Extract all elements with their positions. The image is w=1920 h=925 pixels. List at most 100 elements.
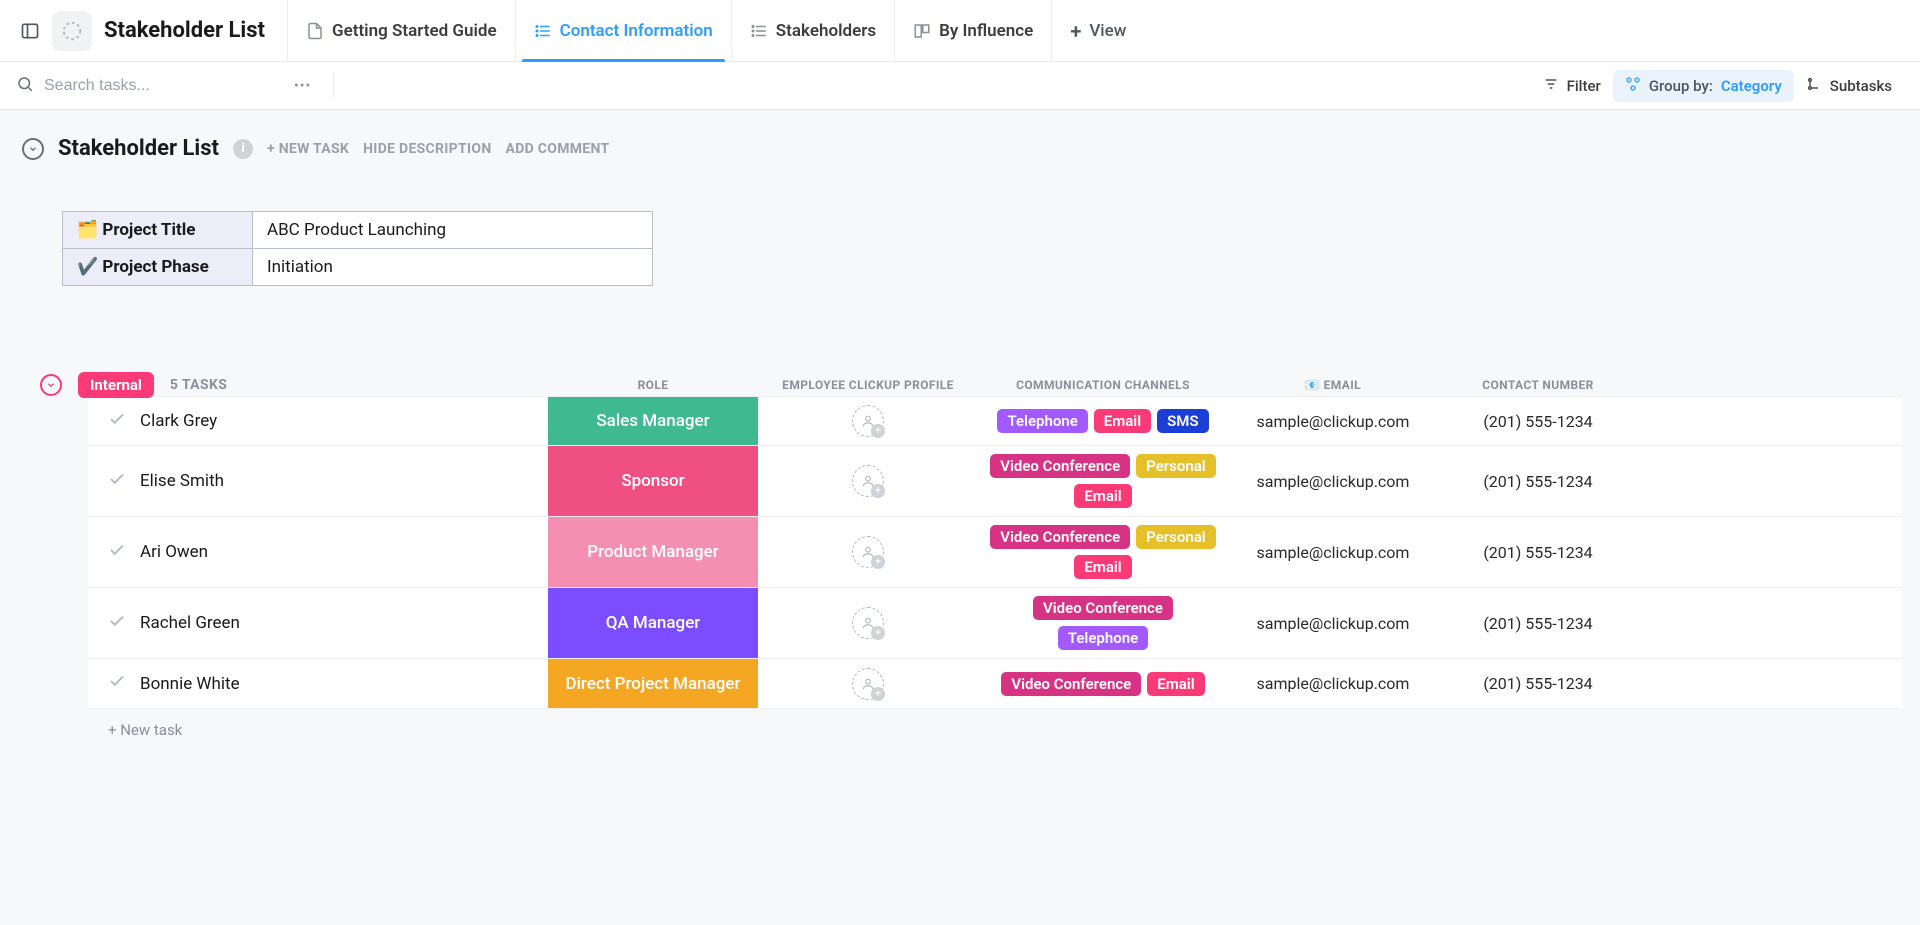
contact-cell[interactable]: (201) 555-1234 bbox=[1438, 588, 1638, 658]
channel-chip[interactable]: Email bbox=[1147, 672, 1204, 696]
col-channels[interactable]: COMMUNICATION CHANNELS bbox=[978, 378, 1228, 392]
tab-contact-information[interactable]: Contact Information bbox=[515, 0, 731, 62]
channel-chip[interactable]: Video Conference bbox=[1033, 596, 1173, 620]
channels-cell[interactable]: Telephone EmailSMS bbox=[978, 397, 1228, 445]
hide-description-button[interactable]: HIDE DESCRIPTION bbox=[363, 141, 491, 157]
subtasks-icon bbox=[1806, 76, 1822, 96]
channel-chip[interactable]: Email bbox=[1094, 409, 1151, 433]
task-name-cell[interactable]: Ari Owen bbox=[88, 517, 548, 587]
more-menu-button[interactable]: ••• bbox=[286, 78, 319, 94]
meta-key: ✔️ Project Phase bbox=[63, 249, 253, 286]
channel-chip[interactable]: Email bbox=[1074, 484, 1131, 508]
channel-chip[interactable]: Email bbox=[1074, 555, 1131, 579]
new-task-row[interactable]: + New task bbox=[88, 709, 1902, 751]
add-assignee-button[interactable] bbox=[852, 536, 884, 568]
collapse-list-button[interactable] bbox=[22, 138, 44, 160]
email-cell[interactable]: sample@clickup.com bbox=[1228, 517, 1438, 587]
email-cell[interactable]: sample@clickup.com bbox=[1228, 397, 1438, 445]
table-row[interactable]: Rachel GreenQA Manager Video Conference Te… bbox=[88, 588, 1902, 659]
task-name: Elise Smith bbox=[140, 471, 224, 491]
check-icon[interactable] bbox=[108, 541, 126, 564]
add-assignee-button[interactable] bbox=[852, 405, 884, 437]
add-view-button[interactable]: + View bbox=[1051, 0, 1144, 62]
col-contact[interactable]: CONTACT NUMBER bbox=[1438, 378, 1638, 392]
col-profile[interactable]: EMPLOYEE CLICKUP PROFILE bbox=[758, 378, 978, 392]
channel-chip[interactable]: Personal bbox=[1136, 525, 1216, 549]
task-name: Ari Owen bbox=[140, 542, 208, 562]
contact-cell[interactable]: (201) 555-1234 bbox=[1438, 397, 1638, 445]
profile-cell[interactable] bbox=[758, 446, 978, 516]
info-icon[interactable]: i bbox=[233, 139, 253, 159]
profile-cell[interactable] bbox=[758, 517, 978, 587]
plus-icon: + bbox=[1070, 19, 1081, 43]
col-email[interactable]: 📧 EMAIL bbox=[1228, 378, 1438, 392]
group-by-button[interactable]: Group by: Category bbox=[1613, 70, 1794, 102]
list-title: Stakeholder List bbox=[58, 136, 219, 161]
role-cell[interactable]: Sales Manager bbox=[548, 397, 758, 445]
tab-by-influence[interactable]: By Influence bbox=[894, 0, 1051, 62]
channels-cell[interactable]: Video Conference Telephone bbox=[978, 588, 1228, 658]
role-cell[interactable]: Direct Project Manager bbox=[548, 659, 758, 708]
col-role[interactable]: ROLE bbox=[548, 378, 758, 392]
task-name: Bonnie White bbox=[140, 674, 240, 694]
channel-chip[interactable]: Telephone bbox=[997, 409, 1087, 433]
task-name-cell[interactable]: Clark Grey bbox=[88, 397, 548, 445]
profile-cell[interactable] bbox=[758, 397, 978, 445]
role-cell[interactable]: QA Manager bbox=[548, 588, 758, 658]
table-row[interactable]: Elise Smith Sponsor Video ConferencePerson… bbox=[88, 446, 1902, 517]
collapse-group-button[interactable] bbox=[40, 374, 62, 396]
check-icon[interactable] bbox=[108, 612, 126, 635]
channel-chip[interactable]: SMS bbox=[1157, 409, 1208, 433]
meta-key: 🗂️ Project Title bbox=[63, 212, 253, 249]
group-name-pill[interactable]: Internal bbox=[78, 372, 154, 398]
channel-chip[interactable]: Video Conference bbox=[990, 454, 1130, 478]
profile-cell[interactable] bbox=[758, 659, 978, 708]
table-row[interactable]: Ari Owen Product Manager Video ConferenceP… bbox=[88, 517, 1902, 588]
channel-chip[interactable]: Video Conference bbox=[990, 525, 1130, 549]
channels-cell[interactable]: Video ConferenceEmail bbox=[978, 659, 1228, 708]
table-row[interactable]: Clark GreySales Manager Telephone EmailSMS… bbox=[88, 396, 1902, 446]
task-name-cell[interactable]: Elise Smith bbox=[88, 446, 548, 516]
role-value: Sales Manager bbox=[548, 397, 758, 445]
search-input[interactable] bbox=[44, 77, 286, 95]
check-icon[interactable] bbox=[108, 470, 126, 493]
tab-getting-started[interactable]: Getting Started Guide bbox=[287, 0, 515, 62]
tab-label: Stakeholders bbox=[776, 21, 876, 41]
profile-cell[interactable] bbox=[758, 588, 978, 658]
meta-value[interactable]: Initiation bbox=[253, 249, 653, 286]
contact-cell[interactable]: (201) 555-1234 bbox=[1438, 446, 1638, 516]
add-view-label: View bbox=[1089, 21, 1126, 41]
task-name-cell[interactable]: Rachel Green bbox=[88, 588, 548, 658]
task-count: 5 TASKS bbox=[170, 377, 227, 393]
subtasks-button[interactable]: Subtasks bbox=[1794, 70, 1904, 102]
add-assignee-button[interactable] bbox=[852, 668, 884, 700]
task-name-cell[interactable]: Bonnie White bbox=[88, 659, 548, 708]
add-comment-button[interactable]: ADD COMMENT bbox=[506, 141, 610, 157]
email-cell[interactable]: sample@clickup.com bbox=[1228, 446, 1438, 516]
add-assignee-button[interactable] bbox=[852, 607, 884, 639]
email-cell[interactable]: sample@clickup.com bbox=[1228, 588, 1438, 658]
email-cell[interactable]: sample@clickup.com bbox=[1228, 659, 1438, 708]
channels-cell[interactable]: Video ConferencePersonalEmail bbox=[978, 446, 1228, 516]
contact-cell[interactable]: (201) 555-1234 bbox=[1438, 659, 1638, 708]
view-tabs: Getting Started Guide Contact Informatio… bbox=[287, 0, 1144, 62]
tab-stakeholders[interactable]: Stakeholders bbox=[731, 0, 894, 62]
expand-sidebar-button[interactable] bbox=[12, 13, 48, 49]
channel-chip[interactable]: Video Conference bbox=[1001, 672, 1141, 696]
meta-value[interactable]: ABC Product Launching bbox=[253, 212, 653, 249]
filter-button[interactable]: Filter bbox=[1531, 70, 1613, 102]
check-icon[interactable] bbox=[108, 672, 126, 695]
check-icon[interactable] bbox=[108, 410, 126, 433]
pin-board-icon bbox=[913, 22, 931, 40]
contact-cell[interactable]: (201) 555-1234 bbox=[1438, 517, 1638, 587]
role-cell[interactable]: Sponsor bbox=[548, 446, 758, 516]
add-assignee-button[interactable] bbox=[852, 465, 884, 497]
channel-chip[interactable]: Telephone bbox=[1058, 626, 1148, 650]
role-cell[interactable]: Product Manager bbox=[548, 517, 758, 587]
channels-cell[interactable]: Video ConferencePersonalEmail bbox=[978, 517, 1228, 587]
new-task-button[interactable]: + NEW TASK bbox=[267, 141, 349, 157]
table-row[interactable]: Bonnie White Direct Project Manager Video … bbox=[88, 659, 1902, 709]
channel-chip[interactable]: Personal bbox=[1136, 454, 1216, 478]
pin-list-icon bbox=[534, 22, 552, 40]
page-title: Stakeholder List bbox=[104, 18, 265, 43]
